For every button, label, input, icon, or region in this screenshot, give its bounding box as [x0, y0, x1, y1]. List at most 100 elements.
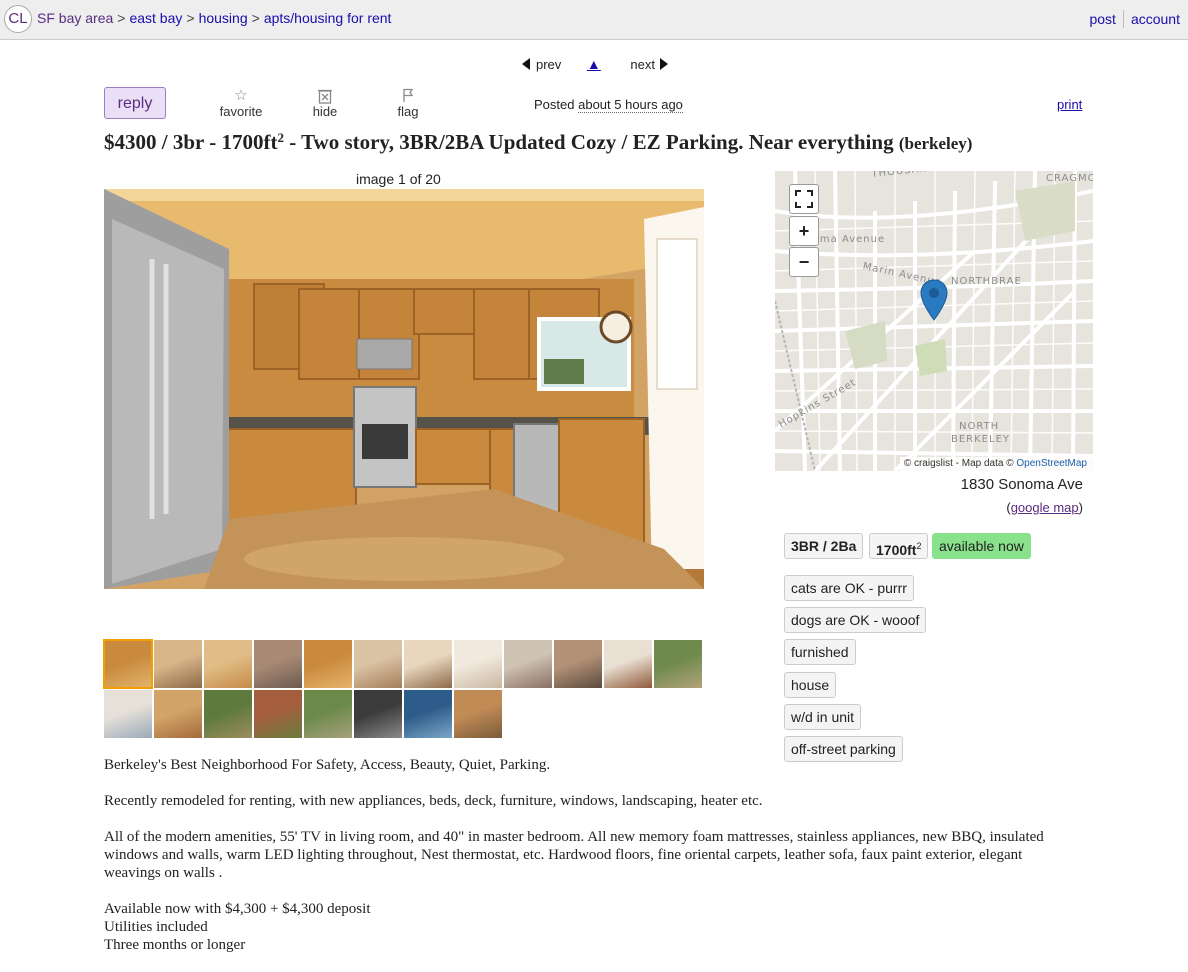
gallery-thumbnail[interactable] — [654, 640, 702, 688]
gallery-thumbnail[interactable] — [254, 640, 302, 688]
next-arrow-icon — [659, 58, 668, 70]
next-label: next — [630, 57, 655, 72]
openstreetmap-link[interactable]: OpenStreetMap — [1016, 458, 1087, 469]
attribute-tag: house — [784, 671, 837, 698]
map[interactable]: THOUSAND OAKSCRAGMOSonoma AvenueMarin Av… — [775, 171, 1093, 471]
image-counter: image 1 of 20 — [356, 171, 441, 187]
gallery-thumbnail[interactable] — [454, 640, 502, 688]
link-divider — [1122, 10, 1124, 28]
gallery-thumbnail[interactable] — [454, 690, 502, 738]
craigslist-logo[interactable]: CL — [4, 5, 32, 33]
prev-link[interactable]: prev — [522, 57, 561, 72]
gallery-thumbnail[interactable] — [354, 640, 402, 688]
prev-label: prev — [536, 57, 562, 72]
posting-title: $4300 / 3br - 1700ft2 - Two story, 3BR/2… — [104, 130, 972, 155]
gallery-thumbnail[interactable] — [554, 640, 602, 688]
gallery-thumbnail[interactable] — [604, 640, 652, 688]
posted-label: Posted — [534, 97, 575, 112]
gallery-thumbnail[interactable] — [103, 639, 153, 689]
breadcrumb-separator: > — [117, 10, 126, 26]
bed-bath-tag: 3BR / 2Ba — [784, 533, 864, 559]
map-label: NORTHBRAE — [951, 276, 1022, 287]
gallery-thumbnail[interactable] — [154, 640, 202, 688]
body-paragraph: All of the modern amenities, 55' TV in l… — [104, 829, 1044, 881]
attribute-tag: furnished — [784, 639, 856, 666]
gallery-thumbnail[interactable] — [354, 690, 402, 738]
street-address: 1830 Sonoma Ave — [960, 476, 1083, 493]
sqft-text: 1700ft — [876, 542, 917, 558]
title-separator: - — [203, 130, 222, 154]
breadcrumb: SF bay area > east bay > housing > apts/housin… — [37, 10, 391, 26]
map-attribution: © craigslist - Map data © OpenStreetMap — [899, 457, 1093, 471]
square-footage: 1700ft — [221, 130, 278, 154]
flag-label: flag — [397, 104, 419, 119]
body-line: Utilities included — [104, 919, 208, 935]
user-links: post account — [1089, 10, 1180, 28]
body-line: Available now with $4,300 + $4,300 depos… — [104, 901, 371, 917]
gallery-thumbnail[interactable] — [304, 690, 352, 738]
breadcrumb-separator: > — [251, 10, 260, 26]
gallery-thumbnail[interactable] — [304, 640, 352, 688]
top-bar: CL SF bay area > east bay > housing > apts/hou… — [0, 0, 1188, 40]
map-marker-icon — [920, 279, 948, 321]
next-link[interactable]: next — [630, 57, 668, 72]
account-link[interactable]: account — [1131, 11, 1180, 27]
posting-location: (berkeley) — [898, 134, 973, 153]
google-map-wrapper: (google map) — [775, 500, 1083, 515]
body-paragraph: Available now with $4,300 + $4,300 depos… — [104, 900, 1064, 954]
main-photo[interactable] — [104, 189, 704, 589]
map-label: BERKELEY — [951, 434, 1011, 445]
breadcrumb-region[interactable]: SF bay area — [37, 10, 113, 26]
attribute-tag: dogs are OK - wooof — [784, 607, 927, 634]
favorite-button[interactable]: ☆ favorite — [211, 87, 271, 120]
zoom-out-button[interactable]: − — [789, 247, 819, 277]
sqft-tag: 1700ft2 — [869, 533, 929, 559]
gallery-thumbnail[interactable] — [404, 640, 452, 688]
breadcrumb-separator: > — [186, 10, 195, 26]
minus-icon: − — [798, 252, 810, 272]
post-link[interactable]: post — [1089, 11, 1115, 27]
fullscreen-button[interactable] — [789, 184, 819, 214]
body-paragraph: Recently remodeled for renting, with new… — [104, 793, 763, 809]
breadcrumb-subcategory[interactable]: apts/housing for rent — [264, 10, 392, 26]
price: $4300 — [104, 130, 157, 154]
print-link[interactable]: print — [1057, 97, 1082, 112]
bedrooms: 3br — [172, 130, 204, 154]
breadcrumb-category[interactable]: housing — [199, 10, 248, 26]
fullscreen-icon — [795, 190, 813, 208]
star-icon: ☆ — [234, 87, 248, 104]
map-label: CRAGMO — [1046, 173, 1093, 184]
gallery-thumbnail[interactable] — [204, 640, 252, 688]
flag-button[interactable]: flag — [378, 88, 438, 119]
breadcrumb-subarea[interactable]: east bay — [129, 10, 182, 26]
title-separator: / — [156, 130, 173, 154]
hide-button[interactable]: hide — [295, 88, 355, 119]
up-link[interactable]: ▲ — [587, 56, 601, 72]
zoom-in-button[interactable]: + — [789, 216, 819, 246]
gallery-thumbnail[interactable] — [504, 640, 552, 688]
gallery-thumbnail[interactable] — [204, 690, 252, 738]
body-line: Three months or longer — [104, 937, 246, 953]
paren: ) — [1078, 500, 1083, 515]
posting-body: Berkeley's Best Neighborhood For Safety,… — [104, 756, 1064, 972]
hide-label: hide — [312, 104, 338, 119]
sqft-sup: 2 — [916, 541, 922, 551]
gallery-thumbnail[interactable] — [404, 690, 452, 738]
google-map-link[interactable]: google map — [1011, 500, 1079, 515]
favorite-label: favorite — [219, 104, 263, 119]
trash-icon — [295, 88, 355, 104]
reply-button[interactable]: reply — [104, 87, 166, 119]
gallery-thumbnail[interactable] — [154, 690, 202, 738]
posted-time: about 5 hours ago — [578, 97, 683, 113]
map-label: NORTH — [959, 421, 1000, 432]
gallery-thumbnail[interactable] — [254, 690, 302, 738]
posted-date: Posted about 5 hours ago — [534, 97, 683, 113]
bed-bath-text: 3BR / 2Ba — [791, 538, 857, 554]
attribution-text: © craigslist - Map data © — [903, 458, 1017, 469]
plus-icon: + — [798, 221, 810, 241]
flag-icon — [378, 88, 438, 104]
prev-arrow-icon — [522, 58, 530, 70]
body-paragraph: Berkeley's Best Neighborhood For Safety,… — [104, 757, 551, 773]
availability-tag: available now — [932, 533, 1031, 559]
gallery-thumbnail[interactable] — [104, 690, 152, 738]
